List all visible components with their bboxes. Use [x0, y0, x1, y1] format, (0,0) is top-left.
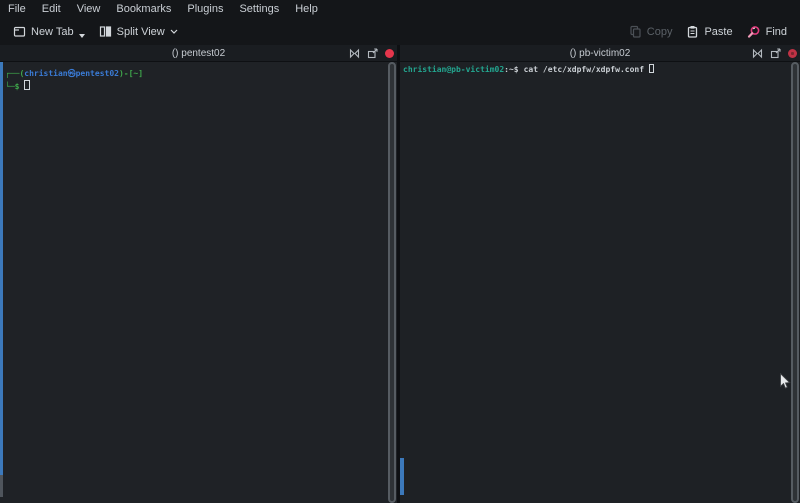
left-pane-activity-marker	[0, 62, 3, 475]
new-tab-icon	[13, 25, 26, 38]
right-terminal-scrollbar[interactable]	[791, 62, 799, 503]
menu-plugins[interactable]: Plugins	[179, 0, 231, 18]
close-split-button[interactable]	[788, 49, 797, 58]
maximize-split-icon[interactable]	[349, 48, 360, 59]
menu-settings[interactable]: Settings	[231, 0, 287, 18]
right-terminal-prompt: christian@pb-victim02:~$ cat /etc/xdpfw/x…	[403, 64, 654, 75]
copy-button[interactable]: Copy	[622, 22, 680, 41]
detach-split-icon[interactable]	[770, 48, 781, 59]
toolbar: New Tab Split View Copy	[0, 18, 800, 45]
paste-icon	[686, 25, 699, 38]
left-pane-title: () pentest02	[172, 48, 225, 59]
split-headers: () pentest02 () pb-victim02	[0, 45, 800, 62]
new-tab-menu-arrow-icon	[79, 34, 85, 38]
paste-button[interactable]: Paste	[679, 22, 739, 41]
terminal-cursor	[649, 64, 654, 73]
right-terminal[interactable]	[400, 62, 800, 503]
menu-bar: File Edit View Bookmarks Plugins Setting…	[0, 0, 800, 18]
prompt-user-host: christian@pb-victim02	[403, 65, 504, 74]
mouse-cursor	[779, 373, 791, 390]
left-terminal[interactable]	[0, 62, 397, 503]
left-terminal-prompt: ┌──(christian㉿pentest02)-[~] └─$	[5, 68, 143, 93]
left-header-icons	[349, 45, 394, 61]
paste-label: Paste	[704, 26, 732, 38]
terminal-cursor	[24, 80, 30, 90]
chevron-down-icon	[170, 29, 178, 34]
new-tab-button[interactable]: New Tab	[6, 22, 92, 41]
prompt-line-1: ┌──(christian㉿pentest02)-[~]	[5, 68, 143, 80]
find-label: Find	[766, 26, 787, 38]
prompt-frame-open: ┌──(	[5, 69, 24, 78]
prompt-separator: :~$	[504, 65, 518, 74]
prompt-frame-close: )-[~]	[119, 69, 143, 78]
find-icon	[747, 25, 761, 39]
menu-file[interactable]: File	[0, 0, 34, 18]
find-button[interactable]: Find	[740, 22, 794, 42]
konsole-window: File Edit View Bookmarks Plugins Setting…	[0, 0, 800, 503]
prompt-frame-bottom: └─$	[5, 82, 19, 91]
typed-command: cat /etc/xdpfw/xdpfw.conf	[524, 65, 644, 74]
menu-view[interactable]: View	[69, 0, 109, 18]
detach-split-icon[interactable]	[367, 48, 378, 59]
close-split-button[interactable]	[385, 49, 394, 58]
left-pane-marker-tail	[0, 475, 3, 497]
new-tab-label: New Tab	[31, 26, 74, 38]
right-pane-activity-marker	[400, 458, 404, 495]
prompt-line-2: └─$	[5, 80, 143, 93]
menu-bookmarks[interactable]: Bookmarks	[108, 0, 179, 18]
left-pane-header[interactable]: () pentest02	[0, 45, 397, 61]
left-terminal-scrollbar[interactable]	[388, 62, 396, 503]
right-header-icons	[752, 45, 797, 61]
split-view-button[interactable]: Split View	[92, 22, 185, 41]
split-view-label: Split View	[117, 26, 165, 38]
copy-icon	[629, 25, 642, 38]
maximize-split-icon[interactable]	[752, 48, 763, 59]
prompt-user-host: christian㉿pentest02	[24, 69, 119, 78]
right-pane-header[interactable]: () pb-victim02	[400, 45, 800, 61]
right-pane-title: () pb-victim02	[570, 48, 631, 59]
split-view-icon	[99, 25, 112, 38]
menu-help[interactable]: Help	[287, 0, 326, 18]
menu-edit[interactable]: Edit	[34, 0, 69, 18]
copy-label: Copy	[647, 26, 673, 38]
